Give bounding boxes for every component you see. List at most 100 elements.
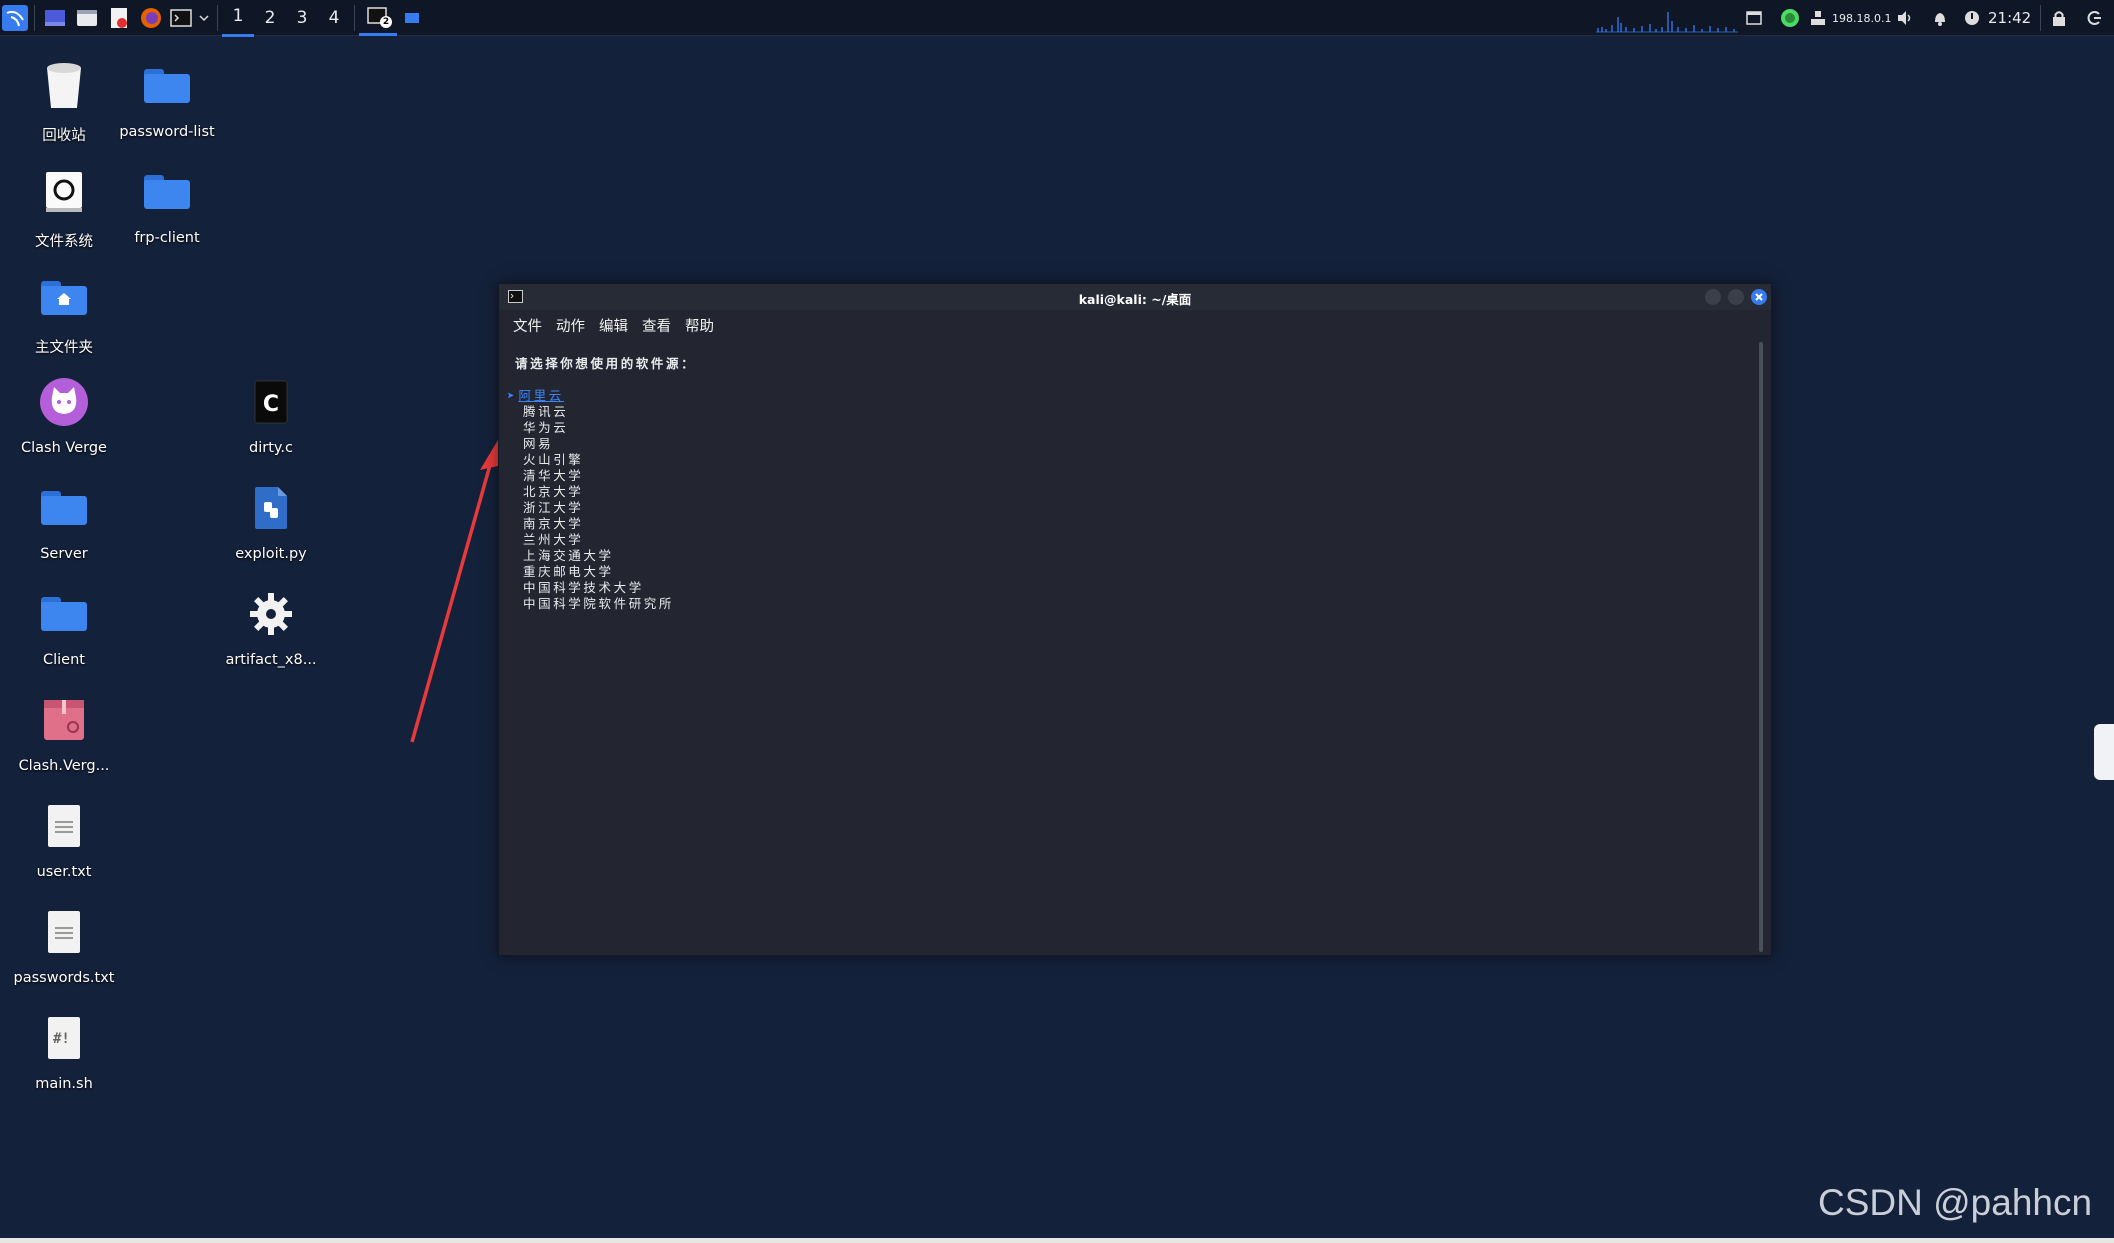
terminal-title: kali@kali: ~/桌面 <box>1078 292 1192 307</box>
workspace-4[interactable]: 4 <box>318 0 350 36</box>
desktop-icon-label: Server <box>40 546 88 562</box>
mirror-option[interactable]: 火山引擎 <box>515 452 696 468</box>
menu-file[interactable]: 文件 <box>513 315 542 336</box>
mirror-option[interactable]: 兰州大学 <box>515 532 696 548</box>
menu-edit[interactable]: 编辑 <box>599 315 628 336</box>
desktop-icon-client[interactable]: Client <box>9 586 119 668</box>
mirror-option[interactable]: 浙江大学 <box>515 500 696 516</box>
desktop-icon-exploit-py[interactable]: exploit.py <box>216 480 326 562</box>
desktop-icon-label: artifact_x8... <box>225 652 317 668</box>
power-manager-icon[interactable] <box>1964 0 1986 36</box>
workspace-3[interactable]: 3 <box>286 0 318 36</box>
close-button[interactable] <box>1751 289 1767 305</box>
show-desktop-icon[interactable] <box>39 0 71 36</box>
folder-icon <box>139 164 195 220</box>
taskbar-window-button[interactable] <box>397 0 427 36</box>
script-file-icon: #! <box>36 1010 92 1066</box>
selection-marker: ➤ <box>507 388 515 403</box>
desktop-icon-home[interactable]: 主文件夹 <box>9 270 119 357</box>
kali-menu-icon[interactable] <box>0 0 30 36</box>
desktop-icon-label: Clash.Verg... <box>18 758 110 774</box>
side-panel-handle[interactable] <box>2094 724 2114 780</box>
clock[interactable]: 21:42 <box>1988 0 2031 36</box>
desktop-icon-filesystem[interactable]: 文件系统 <box>9 164 119 251</box>
desktop-icon-server[interactable]: Server <box>9 480 119 562</box>
mirror-option-label: 阿里云 <box>518 388 564 403</box>
desktop-icon-label: user.txt <box>36 864 92 880</box>
mirror-option[interactable]: 腾讯云 <box>515 404 696 420</box>
mirror-option[interactable]: 网易 <box>515 436 696 452</box>
cat-icon <box>36 374 92 430</box>
workspace-1[interactable]: 1 <box>222 0 254 37</box>
terminal-titlebar[interactable]: kali@kali: ~/桌面 <box>499 284 1771 310</box>
file-manager-icon[interactable] <box>71 0 103 36</box>
maximize-button[interactable] <box>1728 289 1744 305</box>
panel-separator <box>354 4 355 31</box>
menu-help[interactable]: 帮助 <box>685 315 714 336</box>
lock-screen-icon[interactable] <box>2052 0 2074 36</box>
ip-address-label: 198.18.0.1 <box>1832 11 1892 25</box>
window-icon[interactable] <box>1746 0 1766 36</box>
watermark: CSDN @pahhcn <box>1818 1182 2093 1223</box>
desktop-icon-dirty-c[interactable]: C dirty.c <box>216 374 326 456</box>
desktop-icon-label: main.sh <box>35 1076 93 1092</box>
volume-icon[interactable] <box>1896 0 1918 36</box>
clash-tray-icon[interactable] <box>1780 0 1804 36</box>
desktop-icon-label: Clash Verge <box>21 440 107 456</box>
mirror-option[interactable]: 中国科学院软件研究所 <box>515 596 696 612</box>
desktop-icon-user-txt[interactable]: user.txt <box>9 798 119 880</box>
close-icon <box>1755 293 1763 301</box>
menu-view[interactable]: 查看 <box>642 315 671 336</box>
bottom-edge <box>0 1238 2114 1243</box>
desktop-icon-label: passwords.txt <box>13 970 115 986</box>
red-arrow-annotation <box>410 440 498 743</box>
text-file-icon <box>36 798 92 854</box>
mirror-option[interactable]: 华为云 <box>515 420 696 436</box>
desktop-icon-clash-package[interactable]: Clash.Verg... <box>9 692 119 774</box>
mirror-option[interactable]: 中国科学技术大学 <box>515 580 696 596</box>
desktop-icon-main-sh[interactable]: #! main.sh <box>9 1010 119 1092</box>
firefox-icon[interactable] <box>135 0 167 36</box>
folder-icon <box>139 58 195 114</box>
mirror-option[interactable]: 重庆邮电大学 <box>515 564 696 580</box>
workspace-2[interactable]: 2 <box>254 0 286 36</box>
mirror-option[interactable]: 北京大学 <box>515 484 696 500</box>
minimize-button[interactable] <box>1705 289 1721 305</box>
panel-separator <box>2040 0 2042 36</box>
taskbar-badge: 2 <box>380 15 392 28</box>
panel-separator <box>217 4 218 31</box>
desktop-icon-label: 文件系统 <box>35 234 93 250</box>
terminal-output[interactable]: 请选择你想使用的软件源： ➤ 阿里云 腾讯云 华为云 网易 火山引擎 清华大学 北… <box>507 356 696 612</box>
desktop-icon-label: Client <box>43 652 85 668</box>
trash-icon <box>36 58 92 114</box>
taskbar-terminal-button[interactable]: 2 <box>359 0 397 36</box>
home-folder-icon <box>36 270 92 326</box>
top-panel: 1 2 3 4 2 198.18.0.1 21:42 <box>0 0 2114 37</box>
desktop-icon-frp-client[interactable]: frp-client <box>112 164 222 246</box>
desktop-icon-label: dirty.c <box>249 440 293 456</box>
desktop-icon-label: exploit.py <box>235 546 307 562</box>
mirror-option[interactable]: 南京大学 <box>515 516 696 532</box>
desktop-icon-password-list[interactable]: password-list <box>112 58 222 140</box>
terminal-window[interactable]: kali@kali: ~/桌面 文件 动作 编辑 查看 帮助 请选择你想使用的软… <box>498 283 1772 956</box>
mirror-option[interactable]: 上海交通大学 <box>515 548 696 564</box>
mirror-option-selected[interactable]: ➤ 阿里云 <box>507 388 696 404</box>
network-icon[interactable] <box>1810 0 1832 36</box>
desktop-icon-trash[interactable]: 回收站 <box>9 58 119 145</box>
chevron-down-icon[interactable] <box>195 0 213 36</box>
drive-icon <box>36 164 92 220</box>
notification-bell-icon[interactable] <box>1932 0 1954 36</box>
desktop-icon-artifact[interactable]: artifact_x8... <box>216 586 326 668</box>
c-file-icon: C <box>243 374 299 430</box>
terminal-scrollbar[interactable] <box>1759 342 1763 952</box>
mirror-option[interactable]: 清华大学 <box>515 468 696 484</box>
python-file-icon <box>243 480 299 536</box>
folder-icon <box>36 480 92 536</box>
text-file-icon <box>36 904 92 960</box>
desktop-icon-clash-verge[interactable]: Clash Verge <box>9 374 119 456</box>
desktop-icon-passwords-txt[interactable]: passwords.txt <box>9 904 119 986</box>
menu-actions[interactable]: 动作 <box>556 315 585 336</box>
logout-icon[interactable] <box>2086 0 2108 36</box>
terminal-launcher-icon[interactable] <box>167 0 195 36</box>
text-editor-icon[interactable] <box>103 0 135 36</box>
